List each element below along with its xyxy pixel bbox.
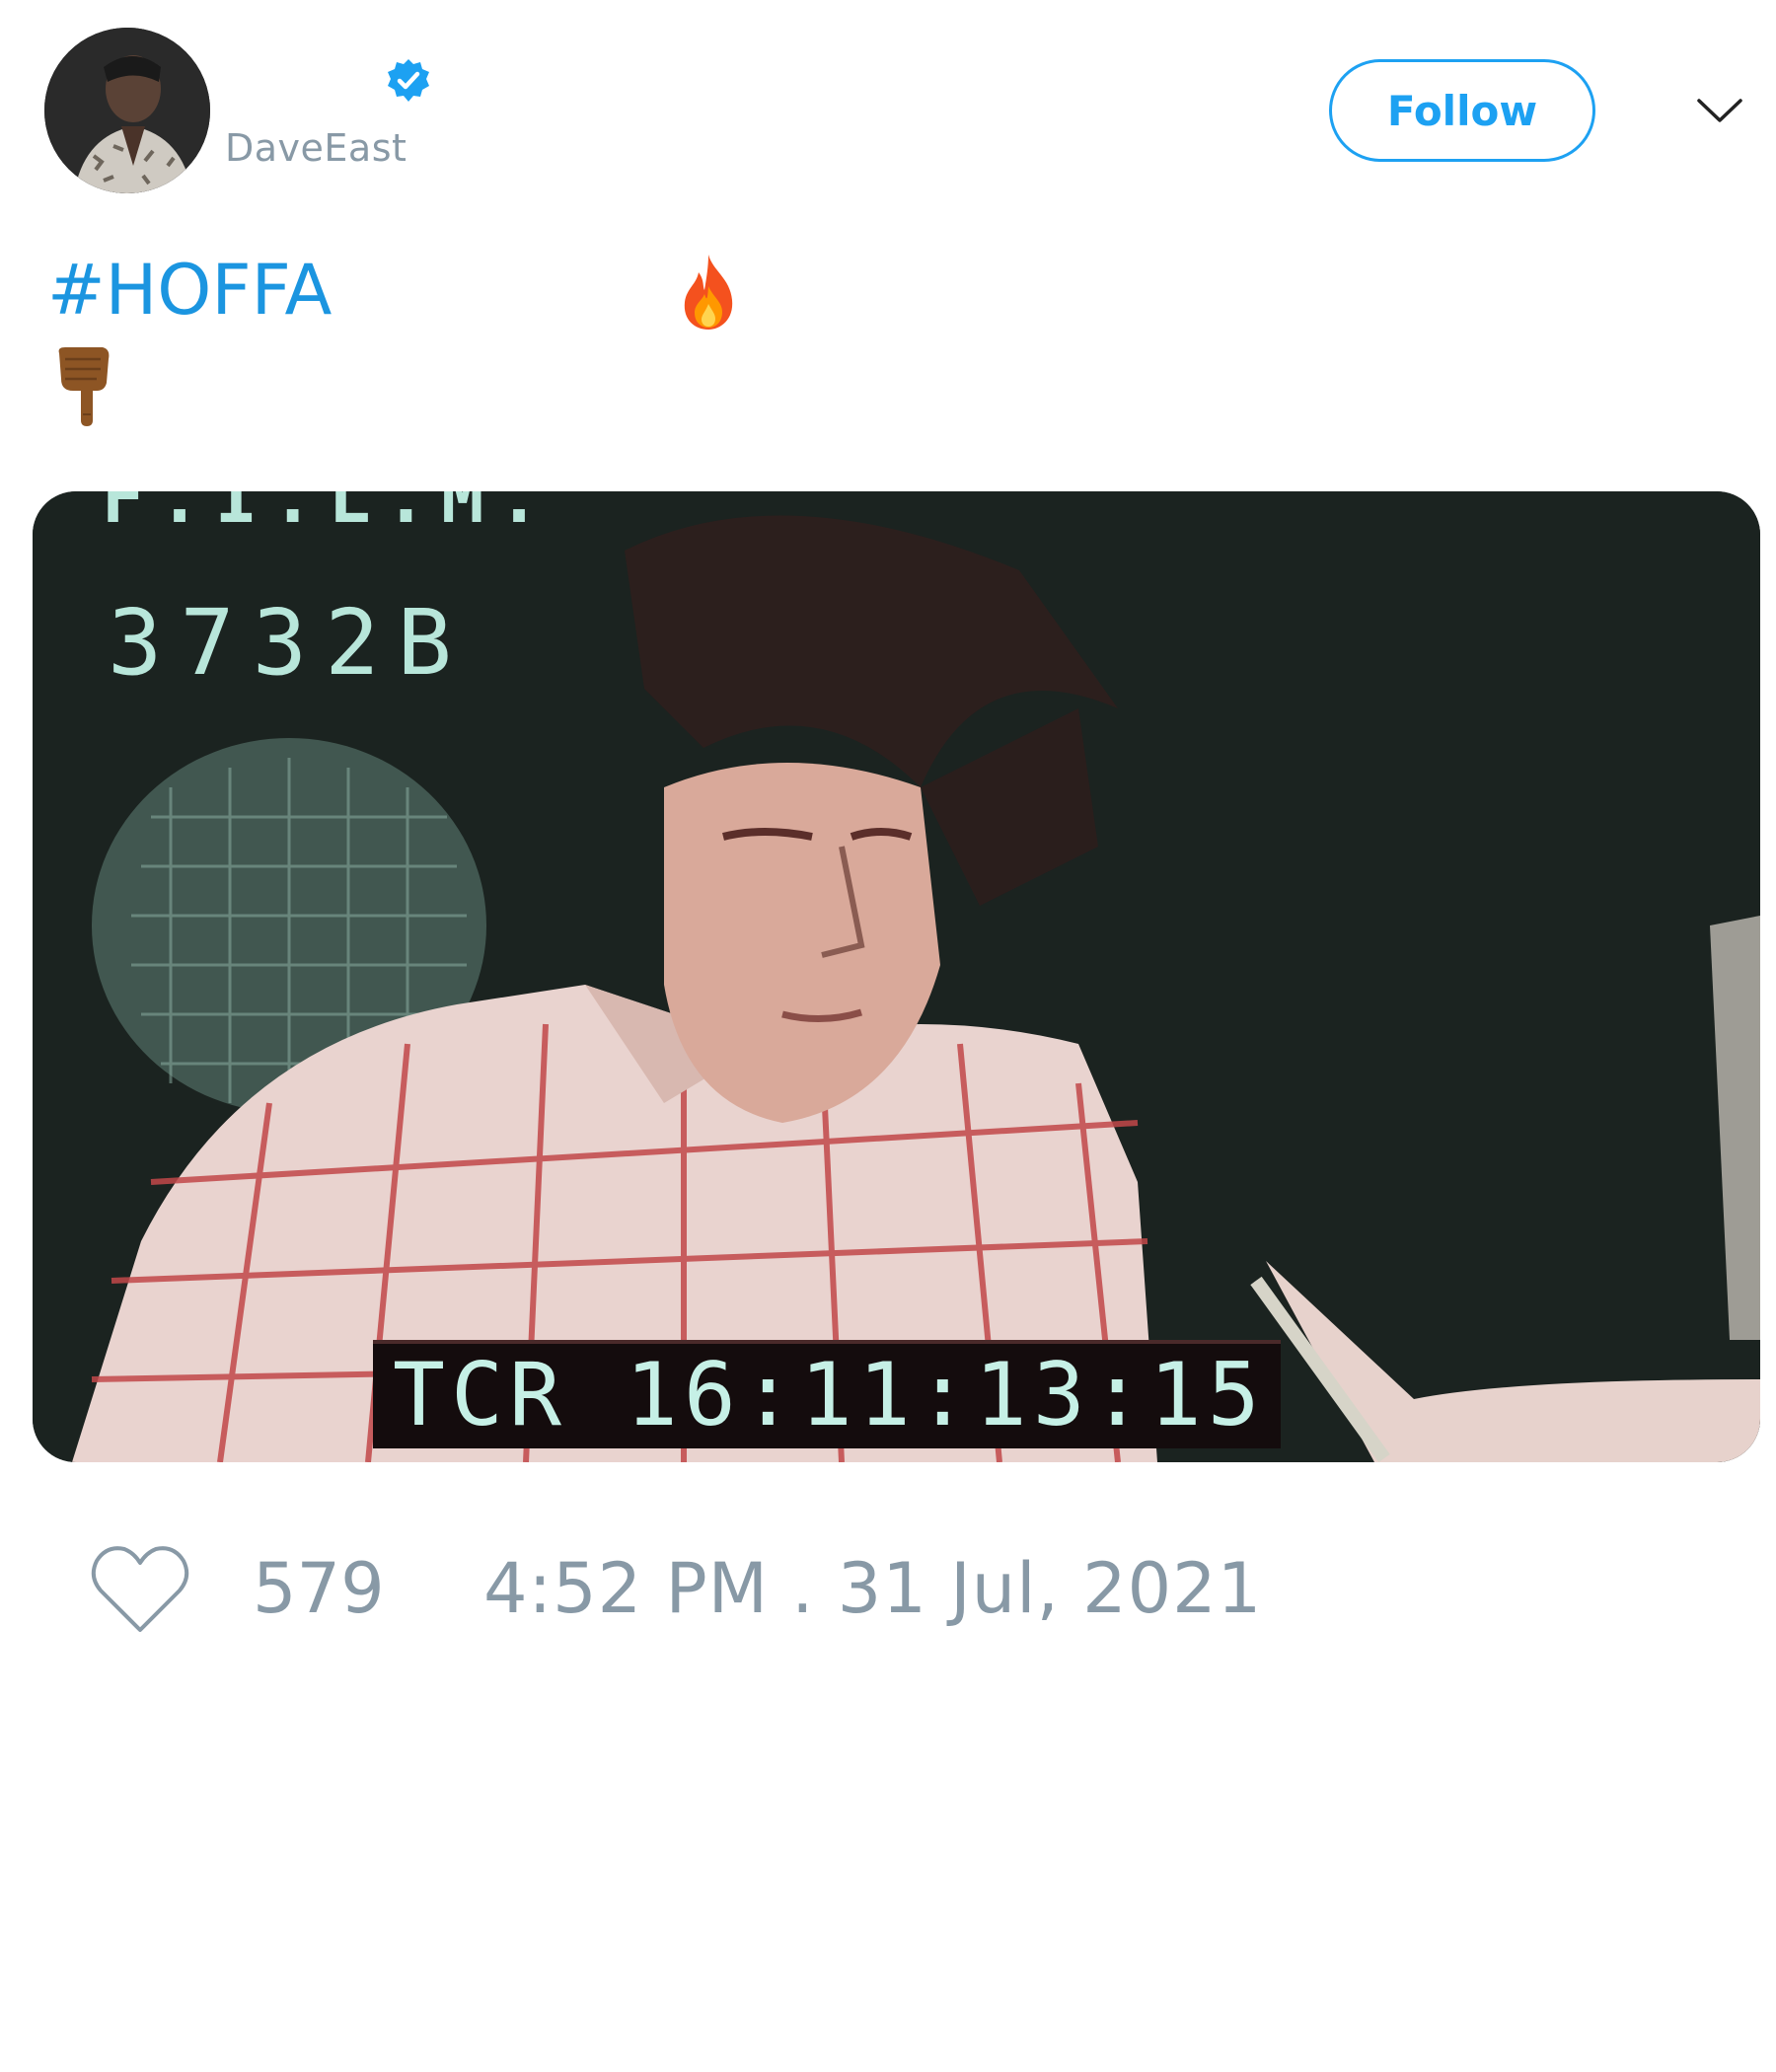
tweet-timestamp[interactable]: 4:52 PM . 31 Jul, 2021 [483,1549,1262,1628]
tweet-card: DaveEast Follow #HOFFA F.I.L.M. 3732B TC… [0,0,1776,2072]
avatar[interactable] [44,28,210,193]
film-overlay-text: F.I.L.M. [102,491,555,539]
fire-emoji-icon [684,255,733,330]
like-count: 579 [253,1548,385,1629]
follow-button[interactable]: Follow [1329,59,1595,162]
timecode-overlay: TCR 16:11:13:15 [373,1340,1281,1448]
reel-id-text: 3732B [108,590,470,696]
tweet-media[interactable]: F.I.L.M. 3732B TCR 16:11:13:15 [33,491,1760,1462]
hashtag-link[interactable]: #HOFFA [47,249,332,332]
user-handle[interactable]: DaveEast [225,126,407,170]
chevron-down-icon[interactable] [1695,91,1744,130]
heart-icon[interactable] [87,1539,193,1638]
avatar-photo [44,28,210,193]
pointing-down-emoji-icon [58,347,110,426]
verified-badge-icon [388,59,429,102]
